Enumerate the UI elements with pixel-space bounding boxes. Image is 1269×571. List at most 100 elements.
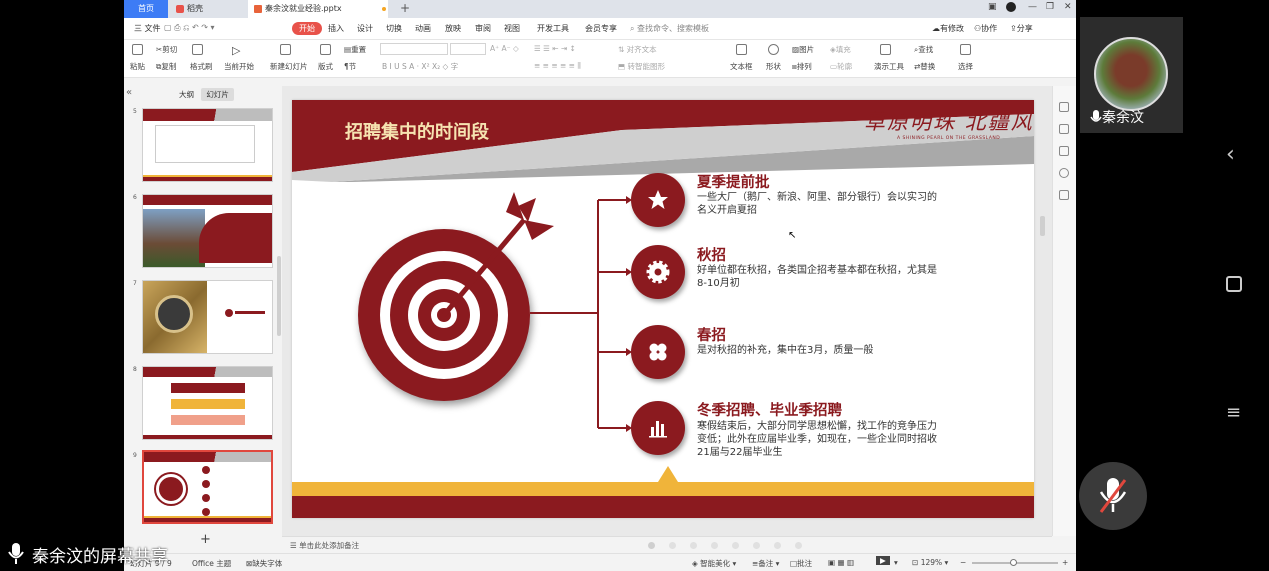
format-painter-button[interactable] — [192, 44, 205, 55]
presenter-tools-button[interactable] — [880, 44, 893, 55]
chevron-left-icon[interactable]: ‹ — [1226, 142, 1235, 167]
properties-icon[interactable] — [1059, 102, 1069, 112]
slide-thumbnail-8[interactable] — [142, 366, 273, 440]
help-icon[interactable] — [1059, 168, 1069, 178]
shape-button[interactable] — [768, 44, 781, 55]
view-normal-icon[interactable]: ▣ ▦ ▥ — [828, 558, 854, 567]
menu-review[interactable]: 审阅 — [475, 23, 491, 34]
current-slide[interactable]: 招聘集中的时间段 草原明珠 北疆风华 A SHINING PEARL ON TH… — [292, 100, 1034, 518]
item-title[interactable]: 夏季提前批 — [697, 171, 770, 192]
new-slide-button[interactable] — [280, 44, 293, 55]
collapse-panel-icon[interactable]: « — [126, 87, 132, 98]
menu-file[interactable]: 三 文件 — [134, 23, 161, 34]
fill-button[interactable]: ◈填充 — [830, 44, 851, 55]
menu-start[interactable]: 开始 — [292, 22, 322, 35]
minimize-button[interactable]: — — [1028, 2, 1037, 12]
menu-icon[interactable]: ≡ — [1226, 402, 1241, 423]
pen-icon[interactable] — [1059, 124, 1069, 134]
participant-video-tile[interactable]: 秦余汶 — [1080, 17, 1183, 133]
item-title[interactable]: 冬季招聘、毕业季招聘 — [697, 399, 842, 420]
notes-input[interactable]: ☰ 单击此处添加备注 — [290, 540, 359, 551]
menu-slideshow[interactable]: 放映 — [445, 23, 461, 34]
tab-document[interactable]: 秦余汶就业经验.pptx — [248, 0, 388, 18]
notes-toggle[interactable]: ≡备注 ▾ — [752, 558, 779, 569]
item-desc[interactable]: 是对秋招的补充，集中在3月，质量一般 — [697, 344, 937, 357]
page-dot[interactable] — [711, 542, 718, 549]
avatar[interactable] — [1006, 2, 1016, 15]
find-button[interactable]: ⌕查找 — [914, 44, 933, 55]
zoom-in-button[interactable]: + — [1062, 558, 1068, 567]
slide-thumbnail-5[interactable] — [142, 108, 273, 182]
panel-scrollbar[interactable] — [277, 256, 281, 336]
list-buttons[interactable]: ☰ ☰ ⇤ ⇥ ↕ — [534, 44, 576, 53]
command-search[interactable]: ⌕ 查找命令、搜索模板 — [630, 23, 709, 34]
page-dot[interactable] — [795, 542, 802, 549]
page-dot[interactable] — [732, 542, 739, 549]
font-grow-shrink[interactable]: A⁺ A⁻ ◇ — [490, 44, 519, 53]
add-slide-button[interactable]: + — [200, 532, 211, 547]
item-desc[interactable]: 寒假结束后，大部分同学思想松懈，找工作的竞争压力变低；此外在应届毕业季，如现在，… — [697, 420, 937, 459]
backup-icon[interactable] — [1059, 190, 1069, 200]
unsaved-status[interactable]: ☁有修改 — [932, 23, 964, 34]
zoom-out-button[interactable]: − — [960, 558, 966, 567]
outline-button[interactable]: ▭轮廓 — [830, 61, 852, 72]
play-slideshow-button[interactable]: ▶ — [876, 556, 890, 565]
page-dot[interactable] — [774, 542, 781, 549]
zoom-level[interactable]: ⊡ 129% ▾ — [912, 558, 948, 567]
copy-button[interactable]: ⧉复制 — [156, 61, 176, 72]
zoom-slider-handle[interactable] — [1010, 559, 1017, 566]
picture-button[interactable]: ▨图片 — [792, 44, 814, 55]
play-from-current-button[interactable]: ▷ — [232, 44, 240, 57]
section-button[interactable]: ¶节 — [344, 61, 356, 72]
slide-thumbnail-6[interactable] — [142, 194, 273, 268]
item-desc[interactable]: 好单位都在秋招，各类国企招考基本都在秋招，尤其是8-10月初 — [697, 264, 937, 290]
smart-beautify-button[interactable]: ◈ 智能美化 ▾ — [692, 558, 736, 569]
slide-thumbnail-9[interactable] — [142, 450, 273, 524]
replace-button[interactable]: ⇄替换 — [914, 61, 935, 72]
editor-scrollbar[interactable] — [1040, 216, 1045, 236]
text-direction-button[interactable]: ⇅ 对齐文本 — [618, 44, 657, 55]
menu-developer[interactable]: 开发工具 — [537, 23, 569, 34]
select-button[interactable] — [960, 44, 973, 55]
collab-button[interactable]: ⚇协作 — [974, 23, 997, 34]
tab-slides[interactable]: 幻灯片 — [201, 88, 234, 101]
paste-button[interactable] — [132, 44, 145, 55]
quick-access-toolbar[interactable]: ▢ ⎙ ⎌ ↶ ↷ ▾ — [164, 23, 215, 33]
window-layout-icon[interactable]: ▣ — [988, 2, 997, 12]
page-dot[interactable] — [690, 542, 697, 549]
tab-daoke[interactable]: 稻壳 — [170, 0, 242, 18]
page-dot[interactable] — [648, 542, 655, 549]
restore-button[interactable]: ❐ — [1046, 2, 1054, 12]
page-dot[interactable] — [753, 542, 760, 549]
missing-fonts-button[interactable]: ⊠缺失字体 — [246, 558, 282, 569]
new-tab-button[interactable]: + — [400, 0, 410, 17]
smartart-button[interactable]: ⬒ 转智能图形 — [618, 61, 665, 72]
slide-title[interactable]: 招聘集中的时间段 — [345, 118, 489, 144]
layout-icon[interactable] — [320, 44, 333, 55]
tab-home[interactable]: 首页 — [124, 0, 168, 18]
cut-button[interactable]: ✂剪切 — [156, 44, 177, 55]
layout-button[interactable]: 版式 — [318, 61, 333, 72]
close-button[interactable]: ✕ — [1064, 2, 1072, 12]
font-style-buttons[interactable]: B I U S A · X² X₂ ◇ 字 — [382, 61, 458, 72]
tab-outline[interactable]: 大纲 — [174, 88, 199, 101]
copy-icon[interactable] — [1059, 146, 1069, 156]
mute-button[interactable] — [1079, 462, 1147, 530]
item-desc[interactable]: 一些大厂（鹅厂、新浪、阿里、部分银行）会以实习的名义开启夏招 — [697, 191, 937, 217]
menu-member[interactable]: 会员专享 — [585, 23, 617, 34]
font-size-select[interactable] — [450, 43, 486, 55]
fit-icon[interactable]: ▾ — [894, 558, 898, 567]
comments-toggle[interactable]: □批注 — [790, 558, 812, 569]
item-title[interactable]: 秋招 — [697, 244, 726, 265]
reset-button[interactable]: ▤重置 — [344, 44, 366, 55]
slide-thumbnail-7[interactable] — [142, 280, 273, 354]
item-title[interactable]: 春招 — [697, 324, 726, 345]
menu-transition[interactable]: 切换 — [386, 23, 402, 34]
menu-view[interactable]: 视图 — [504, 23, 520, 34]
font-family-select[interactable] — [380, 43, 448, 55]
page-dot[interactable] — [669, 542, 676, 549]
align-buttons[interactable]: ≡ ≡ ≡ ≡ ≡ ⫼ — [534, 61, 581, 71]
menu-design[interactable]: 设计 — [357, 23, 373, 34]
square-icon[interactable] — [1226, 276, 1242, 292]
arrange-button[interactable]: ⧈排列 — [792, 61, 812, 72]
